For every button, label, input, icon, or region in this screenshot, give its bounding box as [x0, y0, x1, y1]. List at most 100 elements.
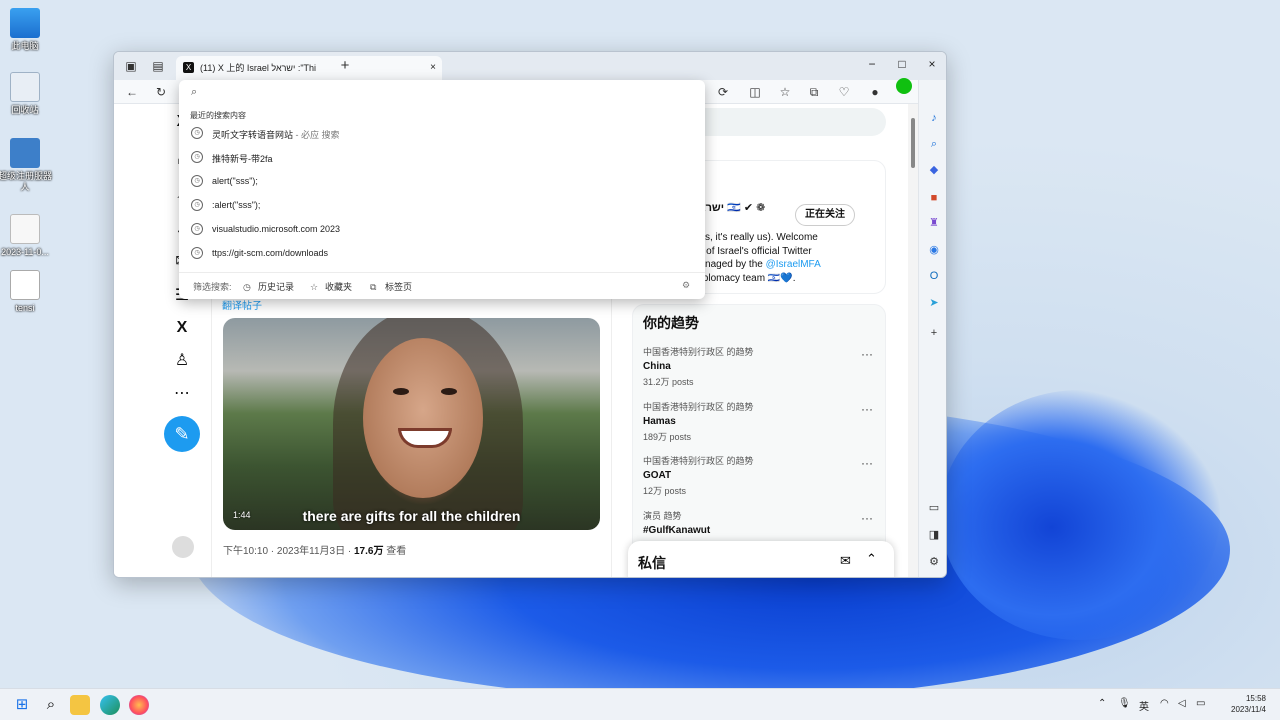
settings-icon[interactable]: ⚙: [926, 554, 942, 570]
recent-search-item[interactable]: ◷ visualstudio.microsoft.com 2023: [179, 218, 705, 242]
recent-search-item[interactable]: ◷ 推特新号-带2fa: [179, 146, 705, 170]
ime-indicator[interactable]: 英: [1139, 698, 1149, 713]
more-icon[interactable]: ···: [861, 347, 873, 361]
profile-icon[interactable]: ●: [867, 84, 883, 100]
trend-name: China: [643, 361, 671, 372]
desktop-icon-screenshot[interactable]: 2023-11-0...: [0, 214, 55, 258]
file-explorer-icon[interactable]: [70, 695, 90, 715]
history-icon: ◷: [191, 127, 203, 139]
address-bar-dropdown: ⌕ 最近的搜索内容 ◷ 灵听文字转语音网站 - 必应 搜索 ◷ 推特新号-带2f…: [179, 80, 705, 299]
messages-drawer[interactable]: 私信 ✉ ⌃: [628, 541, 894, 577]
extensions-icon[interactable]: ⟳: [715, 84, 731, 100]
screenshot-icon[interactable]: ▭: [926, 500, 942, 516]
trends-panel: 你的趋势 中国香港特别行政区 的趋势 China 31.2万 posts ···…: [632, 304, 886, 577]
trend-context: 中国香港特别行政区 的趋势: [643, 402, 754, 412]
browser-essentials-icon[interactable]: ♡: [836, 84, 852, 100]
tab-title: (11) X 上的 Israel ישראל :"Thi: [200, 63, 317, 73]
video-duration: 1:44: [233, 510, 251, 520]
following-button[interactable]: 正在关注: [795, 204, 855, 226]
workspaces-icon[interactable]: ▣: [124, 59, 138, 73]
collections-icon[interactable]: ⧉: [806, 84, 822, 100]
trend-count: 31.2万 posts: [643, 377, 694, 387]
more-icon[interactable]: ⋯: [172, 384, 192, 404]
mfa-link[interactable]: @IsraelMFA: [766, 259, 821, 270]
tab-close-button[interactable]: ×: [430, 56, 436, 80]
scrollbar-thumb[interactable]: [911, 118, 915, 168]
firefox-icon[interactable]: [129, 695, 149, 715]
start-windows-icon[interactable]: ⊞: [12, 695, 32, 715]
trend-name: Hamas: [643, 416, 676, 427]
premium-icon[interactable]: X: [172, 318, 192, 338]
robot-icon: [10, 138, 40, 168]
refresh-icon[interactable]: ↻: [153, 84, 169, 100]
dropdown-settings-icon[interactable]: ⚙: [682, 280, 690, 291]
close-button[interactable]: ×: [924, 56, 940, 72]
page-scrollbar[interactable]: [908, 104, 918, 577]
wifi-icon[interactable]: ◠: [1160, 698, 1169, 709]
history-icon: ◷: [191, 175, 203, 187]
desktop-icon-recycle-bin[interactable]: 回收站: [0, 72, 55, 116]
video-frame-eye: [441, 388, 457, 395]
games-icon[interactable]: ♜: [926, 215, 942, 231]
active-tab[interactable]: X (11) X 上的 Israel ישראל :"Thi ×: [176, 56, 442, 80]
image-file-icon: [10, 214, 40, 244]
recent-search-text: :alert("sss");: [212, 200, 261, 210]
account-avatar[interactable]: [172, 536, 194, 558]
translate-post-link[interactable]: 翻译帖子: [222, 297, 262, 312]
send-icon[interactable]: ➤: [926, 295, 942, 311]
trend-name: GOAT: [643, 470, 672, 481]
clock[interactable]: 15:58 2023/11/4: [1231, 693, 1266, 715]
maximize-button[interactable]: □: [894, 56, 910, 72]
desktop-icon-this-pc[interactable]: 此电脑: [0, 8, 55, 52]
outlook-icon[interactable]: O: [926, 268, 942, 284]
view-count: 17.6万: [354, 546, 384, 557]
expand-icon[interactable]: ⌃: [866, 551, 877, 567]
new-message-icon[interactable]: ✉: [840, 553, 851, 569]
tabs-icon: ⧉: [370, 282, 377, 292]
shopping-icon[interactable]: ◆: [926, 162, 942, 178]
video-caption: there are gifts for all the children: [302, 508, 521, 524]
search-icon[interactable]: ⌕: [926, 136, 942, 152]
split-screen-icon[interactable]: ◫: [747, 84, 763, 100]
recent-searches-heading: 最近的搜索内容: [190, 111, 246, 120]
more-icon[interactable]: ···: [861, 402, 873, 416]
more-icon[interactable]: ···: [861, 456, 873, 470]
more-icon[interactable]: ···: [861, 511, 873, 525]
sidebar-toggle-icon[interactable]: ◨: [926, 527, 942, 543]
views-label: 查看: [383, 546, 407, 557]
tools-icon[interactable]: ■: [926, 190, 942, 206]
trend-item[interactable]: 中国香港特别行政区 的趋势 GOAT 12万 posts ···: [643, 454, 873, 497]
tab-actions-icon[interactable]: ▤: [151, 59, 165, 73]
recent-search-item[interactable]: ◷ :alert("sss");: [179, 194, 705, 218]
desktop-icon-robot-app[interactable]: 超级注册服器人: [0, 138, 55, 193]
trend-item[interactable]: 中国香港特别行政区 的趋势 Hamas 189万 posts ···: [643, 400, 873, 443]
minimize-button[interactable]: −: [864, 56, 880, 72]
recent-search-text: 推特新号-带2fa: [212, 154, 273, 164]
show-hidden-icons-icon[interactable]: ⌃: [1098, 698, 1106, 709]
edge-icon[interactable]: [100, 695, 120, 715]
battery-icon[interactable]: ▭: [1196, 698, 1205, 709]
add-icon[interactable]: +: [926, 325, 942, 341]
filter-tabs[interactable]: ⧉ 标签页: [370, 280, 412, 293]
new-tab-button[interactable]: +: [338, 58, 352, 73]
post-video[interactable]: there are gifts for all the children 1:4…: [223, 318, 600, 530]
trend-item[interactable]: 中国香港特别行政区 的趋势 China 31.2万 posts ···: [643, 345, 873, 388]
bell-icon[interactable]: ♪: [926, 110, 942, 126]
filter-history[interactable]: ◷ 历史记录: [243, 280, 294, 293]
trend-context: 演员 趋势: [643, 511, 682, 521]
microsoft365-icon[interactable]: ◉: [926, 242, 942, 258]
search-icon[interactable]: ⌕: [41, 695, 61, 715]
microphone-icon[interactable]: 🎙: [1118, 698, 1131, 709]
taskbar: ⊞ ⌕ ⌃ 🎙 英 ◠ ◁ ▭ 15:58 2023/11/4: [0, 688, 1280, 720]
back-icon[interactable]: ←: [124, 84, 140, 100]
recent-search-item[interactable]: ◷ ttps://git-scm.com/downloads: [179, 242, 705, 266]
trend-item[interactable]: 演员 趋势 #GulfKanawut ···: [643, 509, 873, 536]
recent-search-item[interactable]: ◷ 灵听文字转语音网站 - 必应 搜索: [179, 122, 705, 146]
favorites-icon[interactable]: ☆: [777, 84, 793, 100]
volume-icon[interactable]: ◁: [1178, 698, 1186, 709]
post-button[interactable]: ✎: [164, 416, 200, 452]
recent-search-item[interactable]: ◷ alert("sss");: [179, 170, 705, 194]
profile-icon[interactable]: ♙: [172, 351, 192, 371]
filter-favorites[interactable]: ☆ 收藏夹: [310, 280, 352, 293]
desktop-icon-tensi[interactable]: tensi: [0, 270, 55, 314]
